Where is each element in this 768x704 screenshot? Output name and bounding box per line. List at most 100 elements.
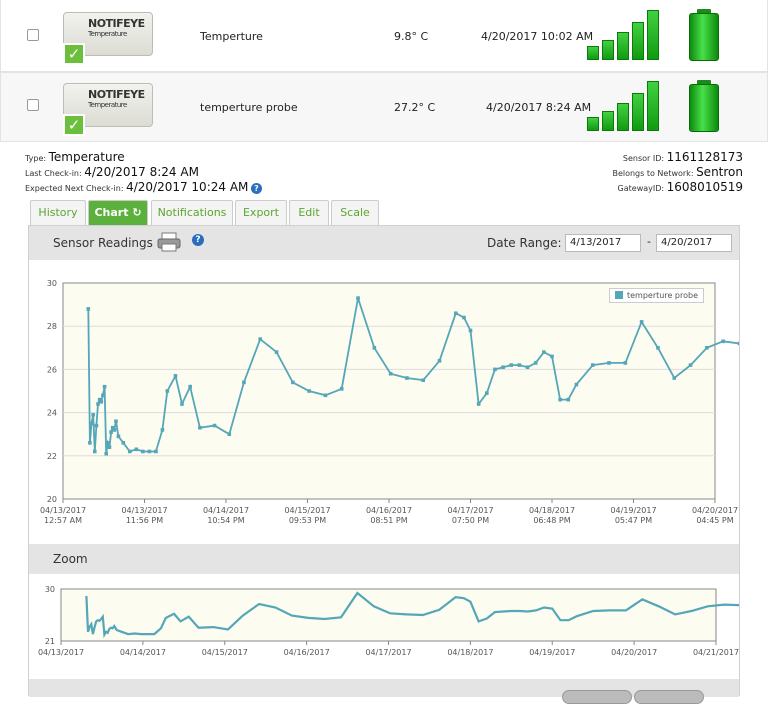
- help-icon[interactable]: ?: [192, 234, 204, 246]
- y-tick-label: 28: [47, 322, 57, 331]
- tab-scale[interactable]: Scale: [331, 200, 379, 225]
- sensor-row[interactable]: NOTIFEYE Temperature ✓ temperture probe 2…: [0, 72, 768, 142]
- data-point: [550, 354, 554, 359]
- checkmark-icon: ✓: [63, 43, 85, 65]
- data-point: [291, 380, 295, 385]
- last-checkin: Last Check-in: 4/20/2017 8:24 AM: [25, 165, 199, 179]
- x-tick-label: 04/13/2017: [121, 506, 167, 515]
- readings-header: Sensor Readings ? Date Range: 4/13/2017 …: [29, 226, 739, 260]
- sensor-id: Sensor ID: 1161128173: [622, 150, 743, 164]
- data-point: [672, 376, 677, 380]
- x-tick-label: 04/14/2017: [203, 506, 249, 515]
- plot-area: [62, 282, 716, 500]
- date-range-label: Date Range:: [487, 236, 562, 250]
- zoom-header: Zoom: [29, 544, 739, 574]
- x-tick-label: 04/16/2017: [366, 506, 412, 515]
- device-brand: NOTIFEYE Temperature: [88, 17, 145, 38]
- x-tick-label: 04/15/2017: [284, 506, 330, 515]
- x-tick-label: 04/15/2017: [202, 648, 248, 657]
- y-tick-label: 30: [47, 279, 57, 288]
- data-point: [134, 447, 139, 452]
- data-point: [104, 451, 108, 456]
- zoom-chart[interactable]: 21 30 04/13/2017 04/14/2017 04/15/2017 04/16/…: [29, 574, 739, 664]
- data-point: [242, 380, 246, 385]
- x-tick-label: 04/17/2017: [447, 506, 493, 515]
- x-tick-label: 12:57 AM: [44, 516, 82, 525]
- x-tick-label: 04/19/2017: [610, 506, 656, 515]
- checkmark-icon: ✓: [63, 114, 85, 136]
- data-point: [173, 374, 178, 378]
- data-point: [607, 361, 611, 365]
- data-point: [128, 449, 132, 454]
- data-point: [109, 430, 113, 434]
- data-point: [227, 432, 232, 436]
- help-icon[interactable]: ?: [250, 183, 262, 194]
- x-tick-label: 04/18/2017: [529, 506, 575, 515]
- tab-export[interactable]: Export: [235, 200, 287, 225]
- x-tick-label: 11:56 PM: [126, 516, 163, 525]
- plot-area: [60, 588, 717, 642]
- date-separator: -: [647, 235, 651, 248]
- data-point: [165, 389, 170, 393]
- data-point: [101, 393, 105, 398]
- data-point: [323, 393, 328, 398]
- sensor-row[interactable]: NOTIFEYE Temperature ✓ Temperture 9.8° C …: [0, 0, 768, 72]
- date-to-input[interactable]: 4/20/2017: [656, 234, 732, 252]
- y-tick-label: 30: [45, 585, 55, 594]
- data-point: [509, 363, 514, 367]
- date-from-input[interactable]: 4/13/2017: [565, 234, 641, 252]
- data-point: [688, 363, 693, 367]
- data-point: [372, 346, 377, 350]
- data-point: [656, 346, 660, 350]
- data-point: [180, 402, 184, 406]
- chart-legend[interactable]: temperture probe: [609, 288, 705, 303]
- refresh-icon: ↻: [132, 206, 142, 219]
- data-point: [493, 367, 497, 372]
- data-point: [533, 361, 538, 365]
- data-point: [96, 402, 100, 406]
- x-tick-label: 09:53 PM: [289, 516, 326, 525]
- data-point: [542, 350, 546, 354]
- sensor-name[interactable]: Temperture: [200, 30, 263, 43]
- next-checkin: Expected Next Check-in: 4/20/2017 10:24 …: [25, 180, 262, 194]
- data-point: [421, 378, 426, 382]
- tab-notifications[interactable]: Notifications: [151, 200, 233, 225]
- tab-history[interactable]: History: [30, 200, 86, 225]
- readings-title: Sensor Readings: [53, 236, 153, 250]
- data-point: [501, 365, 505, 370]
- device-image: NOTIFEYE Temperature ✓: [63, 83, 153, 136]
- data-point: [121, 441, 126, 445]
- data-point: [558, 397, 562, 402]
- footer-button[interactable]: [562, 690, 632, 704]
- sensor-reading: 27.2° C: [394, 101, 436, 114]
- sensor-reading: 9.8° C: [394, 30, 429, 43]
- tab-edit[interactable]: Edit: [289, 200, 329, 225]
- footer-button[interactable]: [634, 690, 704, 704]
- print-icon[interactable]: [157, 232, 181, 252]
- x-tick-label: 04/16/2017: [284, 648, 330, 657]
- data-point: [574, 382, 579, 387]
- data-point: [116, 434, 121, 439]
- data-point: [160, 428, 165, 432]
- panel-footer: [29, 679, 739, 697]
- data-point: [94, 423, 99, 428]
- chart-panel: Sensor Readings ? Date Range: 4/13/2017 …: [28, 225, 740, 697]
- tab-chart[interactable]: Chart ↻: [88, 200, 148, 225]
- sensor-checkbox[interactable]: [27, 99, 39, 111]
- device-image: NOTIFEYE Temperature ✓: [63, 12, 153, 65]
- sensor-checkbox[interactable]: [27, 29, 39, 41]
- data-point: [721, 339, 725, 344]
- data-point: [468, 328, 473, 333]
- data-point: [462, 315, 466, 320]
- data-point: [437, 358, 442, 363]
- data-point: [454, 311, 458, 316]
- y-tick-label: 22: [47, 452, 57, 461]
- data-point: [737, 341, 739, 346]
- data-point: [307, 389, 311, 393]
- data-point: [566, 397, 571, 402]
- x-tick-label: 04/17/2017: [365, 648, 411, 657]
- x-tick-label: 10:54 PM: [207, 516, 244, 525]
- x-tick-label: 04/13/2017: [38, 648, 84, 657]
- data-point: [274, 350, 279, 354]
- sensor-name[interactable]: temperture probe: [200, 101, 298, 114]
